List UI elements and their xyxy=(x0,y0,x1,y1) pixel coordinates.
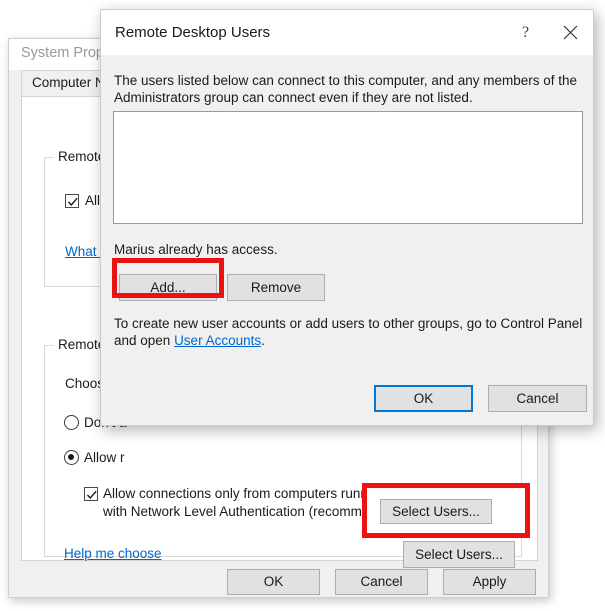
checkmark-icon xyxy=(67,197,78,207)
allow-remote-assistance-checkbox[interactable] xyxy=(65,194,79,208)
help-me-choose-link[interactable]: Help me choose xyxy=(64,546,162,561)
dialog-ok-button[interactable]: OK xyxy=(374,385,473,412)
screenshot-root: System Properties Computer Na Remote A A… xyxy=(0,0,605,611)
dialog-description-line2: Administrators group can connect even if… xyxy=(114,90,473,105)
radio-selected-dot xyxy=(68,454,74,460)
help-button[interactable]: ? xyxy=(503,10,548,55)
question-mark-icon: ? xyxy=(521,23,530,41)
user-accounts-link[interactable]: User Accounts xyxy=(174,333,261,348)
allow-remote-connections-radio[interactable] xyxy=(64,450,79,465)
dont-allow-connections-radio[interactable] xyxy=(64,415,79,430)
system-properties-apply-button[interactable]: Apply xyxy=(443,569,536,595)
remove-user-button[interactable]: Remove xyxy=(227,274,325,301)
select-users-button[interactable]: Select Users... xyxy=(403,541,515,568)
select-users-button-highlighted[interactable]: Select Users... xyxy=(380,499,492,524)
system-properties-ok-button[interactable]: OK xyxy=(227,569,320,595)
user-list-box[interactable] xyxy=(113,111,583,224)
dialog-description-line1: The users listed below can connect to th… xyxy=(114,73,577,88)
checkmark-icon xyxy=(86,490,97,500)
dialog-hint-text: To create new user accounts or add users… xyxy=(114,315,584,349)
close-button[interactable] xyxy=(548,10,593,55)
close-icon xyxy=(563,25,578,40)
network-level-authentication-label-line2: with Network Level Authentication (recom… xyxy=(103,504,404,519)
dialog-cancel-button[interactable]: Cancel xyxy=(488,385,587,412)
dialog-title: Remote Desktop Users xyxy=(115,24,271,41)
dialog-description: The users listed below can connect to th… xyxy=(114,72,580,106)
dialog-hint-suffix: . xyxy=(261,333,265,348)
access-status-text: Marius already has access. xyxy=(114,242,278,257)
remote-desktop-users-dialog: Remote Desktop Users ? The users listed … xyxy=(100,9,594,426)
network-level-authentication-checkbox[interactable] xyxy=(84,487,98,501)
add-user-button[interactable]: Add... xyxy=(119,274,217,301)
allow-remote-connections-label: Allow r xyxy=(84,450,125,465)
system-properties-cancel-button[interactable]: Cancel xyxy=(335,569,428,595)
dialog-titlebar: Remote Desktop Users ? xyxy=(101,10,593,55)
